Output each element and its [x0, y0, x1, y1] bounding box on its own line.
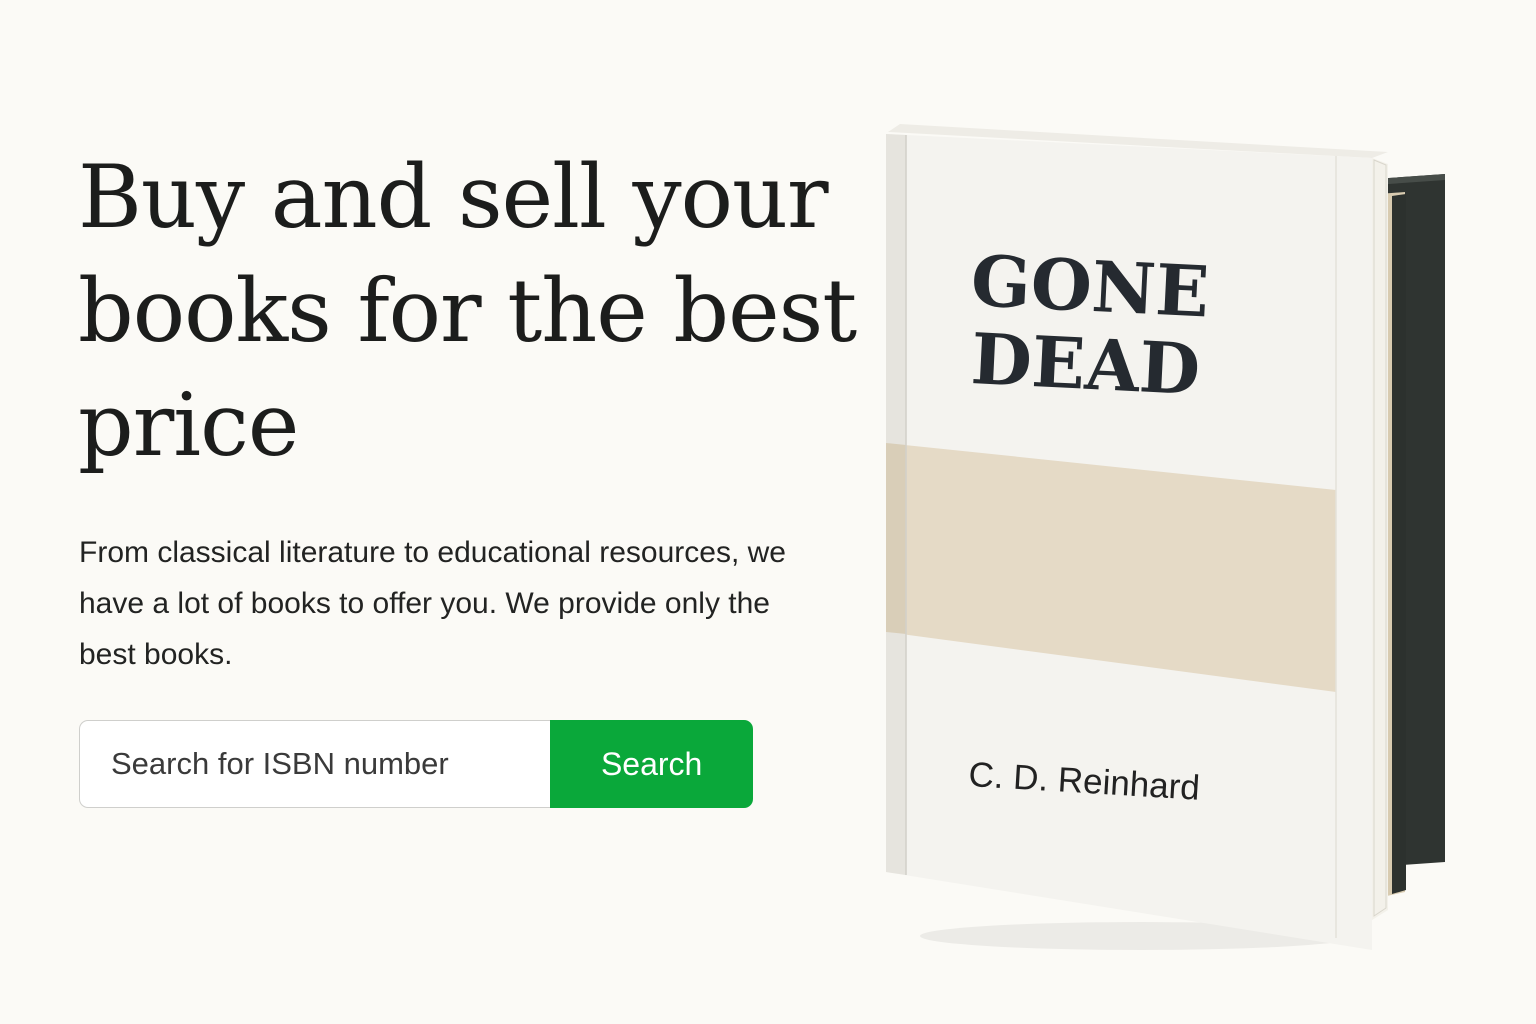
cover-title-line2: DEAD [969, 317, 1202, 411]
search-button[interactable]: Search [550, 720, 753, 808]
isbn-search-bar: Search [79, 720, 753, 808]
book-stack-illustration: GONE DEAD C. D. Reinhard [886, 124, 1445, 950]
hero-subtext: From classical literature to educational… [79, 536, 786, 671]
landing-page: Buy and sell your books for the best pri… [0, 0, 1536, 1024]
isbn-search-input[interactable] [79, 720, 551, 808]
hero-headline: Buy and sell your books for the best pri… [78, 146, 857, 476]
